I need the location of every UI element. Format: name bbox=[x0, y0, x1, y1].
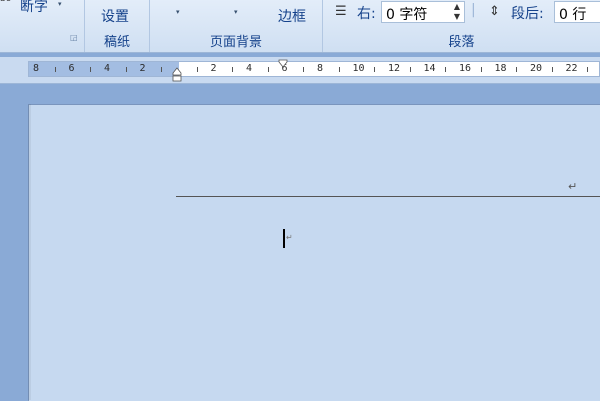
ruler-tick bbox=[409, 67, 411, 72]
ruler-number: 8 bbox=[33, 63, 40, 74]
ruler-number: 2 bbox=[139, 63, 146, 74]
page-setup-group: bc 断字 ▾ ◲ bbox=[0, 0, 85, 52]
ruler-tick bbox=[445, 67, 447, 72]
indent-right-icon: ☰ bbox=[335, 4, 347, 19]
ruler-tick bbox=[551, 67, 553, 72]
ruler-tick bbox=[196, 67, 198, 72]
manuscript-group: 设置 稿纸 bbox=[85, 0, 150, 52]
ruler-tick bbox=[480, 67, 482, 72]
left-indent-marker-icon[interactable] bbox=[172, 66, 182, 82]
ruler-number: 20 bbox=[530, 63, 543, 74]
body-paragraph-mark: ↵ bbox=[286, 233, 293, 242]
page-color-dropdown-icon[interactable]: ▾ bbox=[234, 8, 238, 16]
ruler-tick bbox=[125, 67, 127, 72]
ruler-number: 18 bbox=[494, 63, 507, 74]
header-border-line bbox=[176, 196, 600, 197]
ruler-tick bbox=[338, 67, 340, 72]
paragraph-group: ☰ 右: 0 字符 ▲ ▼ | ⇕ 段后: 0 行 段落 bbox=[323, 0, 600, 52]
manuscript-setup-button[interactable]: 设置 bbox=[101, 6, 129, 26]
ruler-number: 2 bbox=[210, 63, 217, 74]
ruler-tick bbox=[374, 67, 376, 72]
page-background-group-label: 页面背景 bbox=[209, 35, 262, 50]
page-background-group: ▾ ▾ 边框 页面背景 bbox=[150, 0, 323, 52]
vertical-ruler bbox=[0, 84, 26, 400]
ruler-number: 4 bbox=[104, 63, 111, 74]
ruler-tick bbox=[232, 67, 234, 72]
ribbon: bc 断字 ▾ ◲ 设置 稿纸 ▾ ▾ 边框 页面背景 ☰ 右: 0 字符 ▲▼… bbox=[0, 0, 600, 53]
spacing-after-label: 段后: bbox=[511, 6, 544, 22]
indent-right-value: 0 字符 bbox=[386, 7, 428, 23]
ruler-tick bbox=[161, 67, 163, 72]
hyphenation-icon: bc bbox=[0, 0, 11, 4]
page-borders-button[interactable]: 边框 bbox=[278, 6, 306, 26]
indent-right-spinner-icon[interactable]: ▲ ▼ bbox=[454, 2, 460, 22]
page-shadow bbox=[28, 104, 31, 400]
paragraph-group-label: 段落 bbox=[448, 35, 475, 50]
watermark-dropdown-icon[interactable]: ▾ bbox=[176, 8, 180, 16]
ruler-tick bbox=[267, 67, 269, 72]
text-cursor bbox=[283, 229, 285, 248]
ruler-number: 22 bbox=[565, 63, 578, 74]
dialog-launcher-icon[interactable]: ◲ bbox=[70, 33, 78, 42]
ruler-number: 12 bbox=[388, 63, 401, 74]
ruler-tick bbox=[54, 67, 56, 72]
manuscript-group-label: 稿纸 bbox=[103, 35, 130, 50]
ruler-number: 6 bbox=[68, 63, 75, 74]
ruler-tick bbox=[516, 67, 518, 72]
indent-right-label: 右: bbox=[357, 6, 376, 22]
ruler-number: 10 bbox=[352, 63, 365, 74]
ruler-tick bbox=[587, 67, 589, 72]
spacing-after-value: 0 行 bbox=[559, 7, 587, 23]
ruler-number: 4 bbox=[246, 63, 253, 74]
horizontal-ruler[interactable]: 864224681012141618202224 bbox=[28, 61, 600, 77]
hyphenation-button[interactable]: 断字 bbox=[20, 0, 48, 16]
indent-right-input[interactable]: 0 字符 ▲ ▼ bbox=[381, 1, 465, 23]
spacing-after-icon: ⇕ bbox=[489, 4, 500, 19]
ruler-number: 8 bbox=[317, 63, 324, 74]
ruler-number: 16 bbox=[459, 63, 472, 74]
document-page[interactable] bbox=[28, 104, 600, 401]
hyphenation-dropdown-icon[interactable]: ▾ bbox=[58, 0, 62, 8]
header-paragraph-mark: ↵ bbox=[568, 180, 578, 193]
ruler-tick bbox=[303, 67, 305, 72]
spacing-after-input[interactable]: 0 行 bbox=[554, 1, 600, 23]
first-line-indent-marker-icon[interactable] bbox=[278, 59, 288, 69]
ruler-tick bbox=[90, 67, 92, 72]
ruler-number: 14 bbox=[423, 63, 436, 74]
spacing-divider: | bbox=[471, 2, 476, 18]
